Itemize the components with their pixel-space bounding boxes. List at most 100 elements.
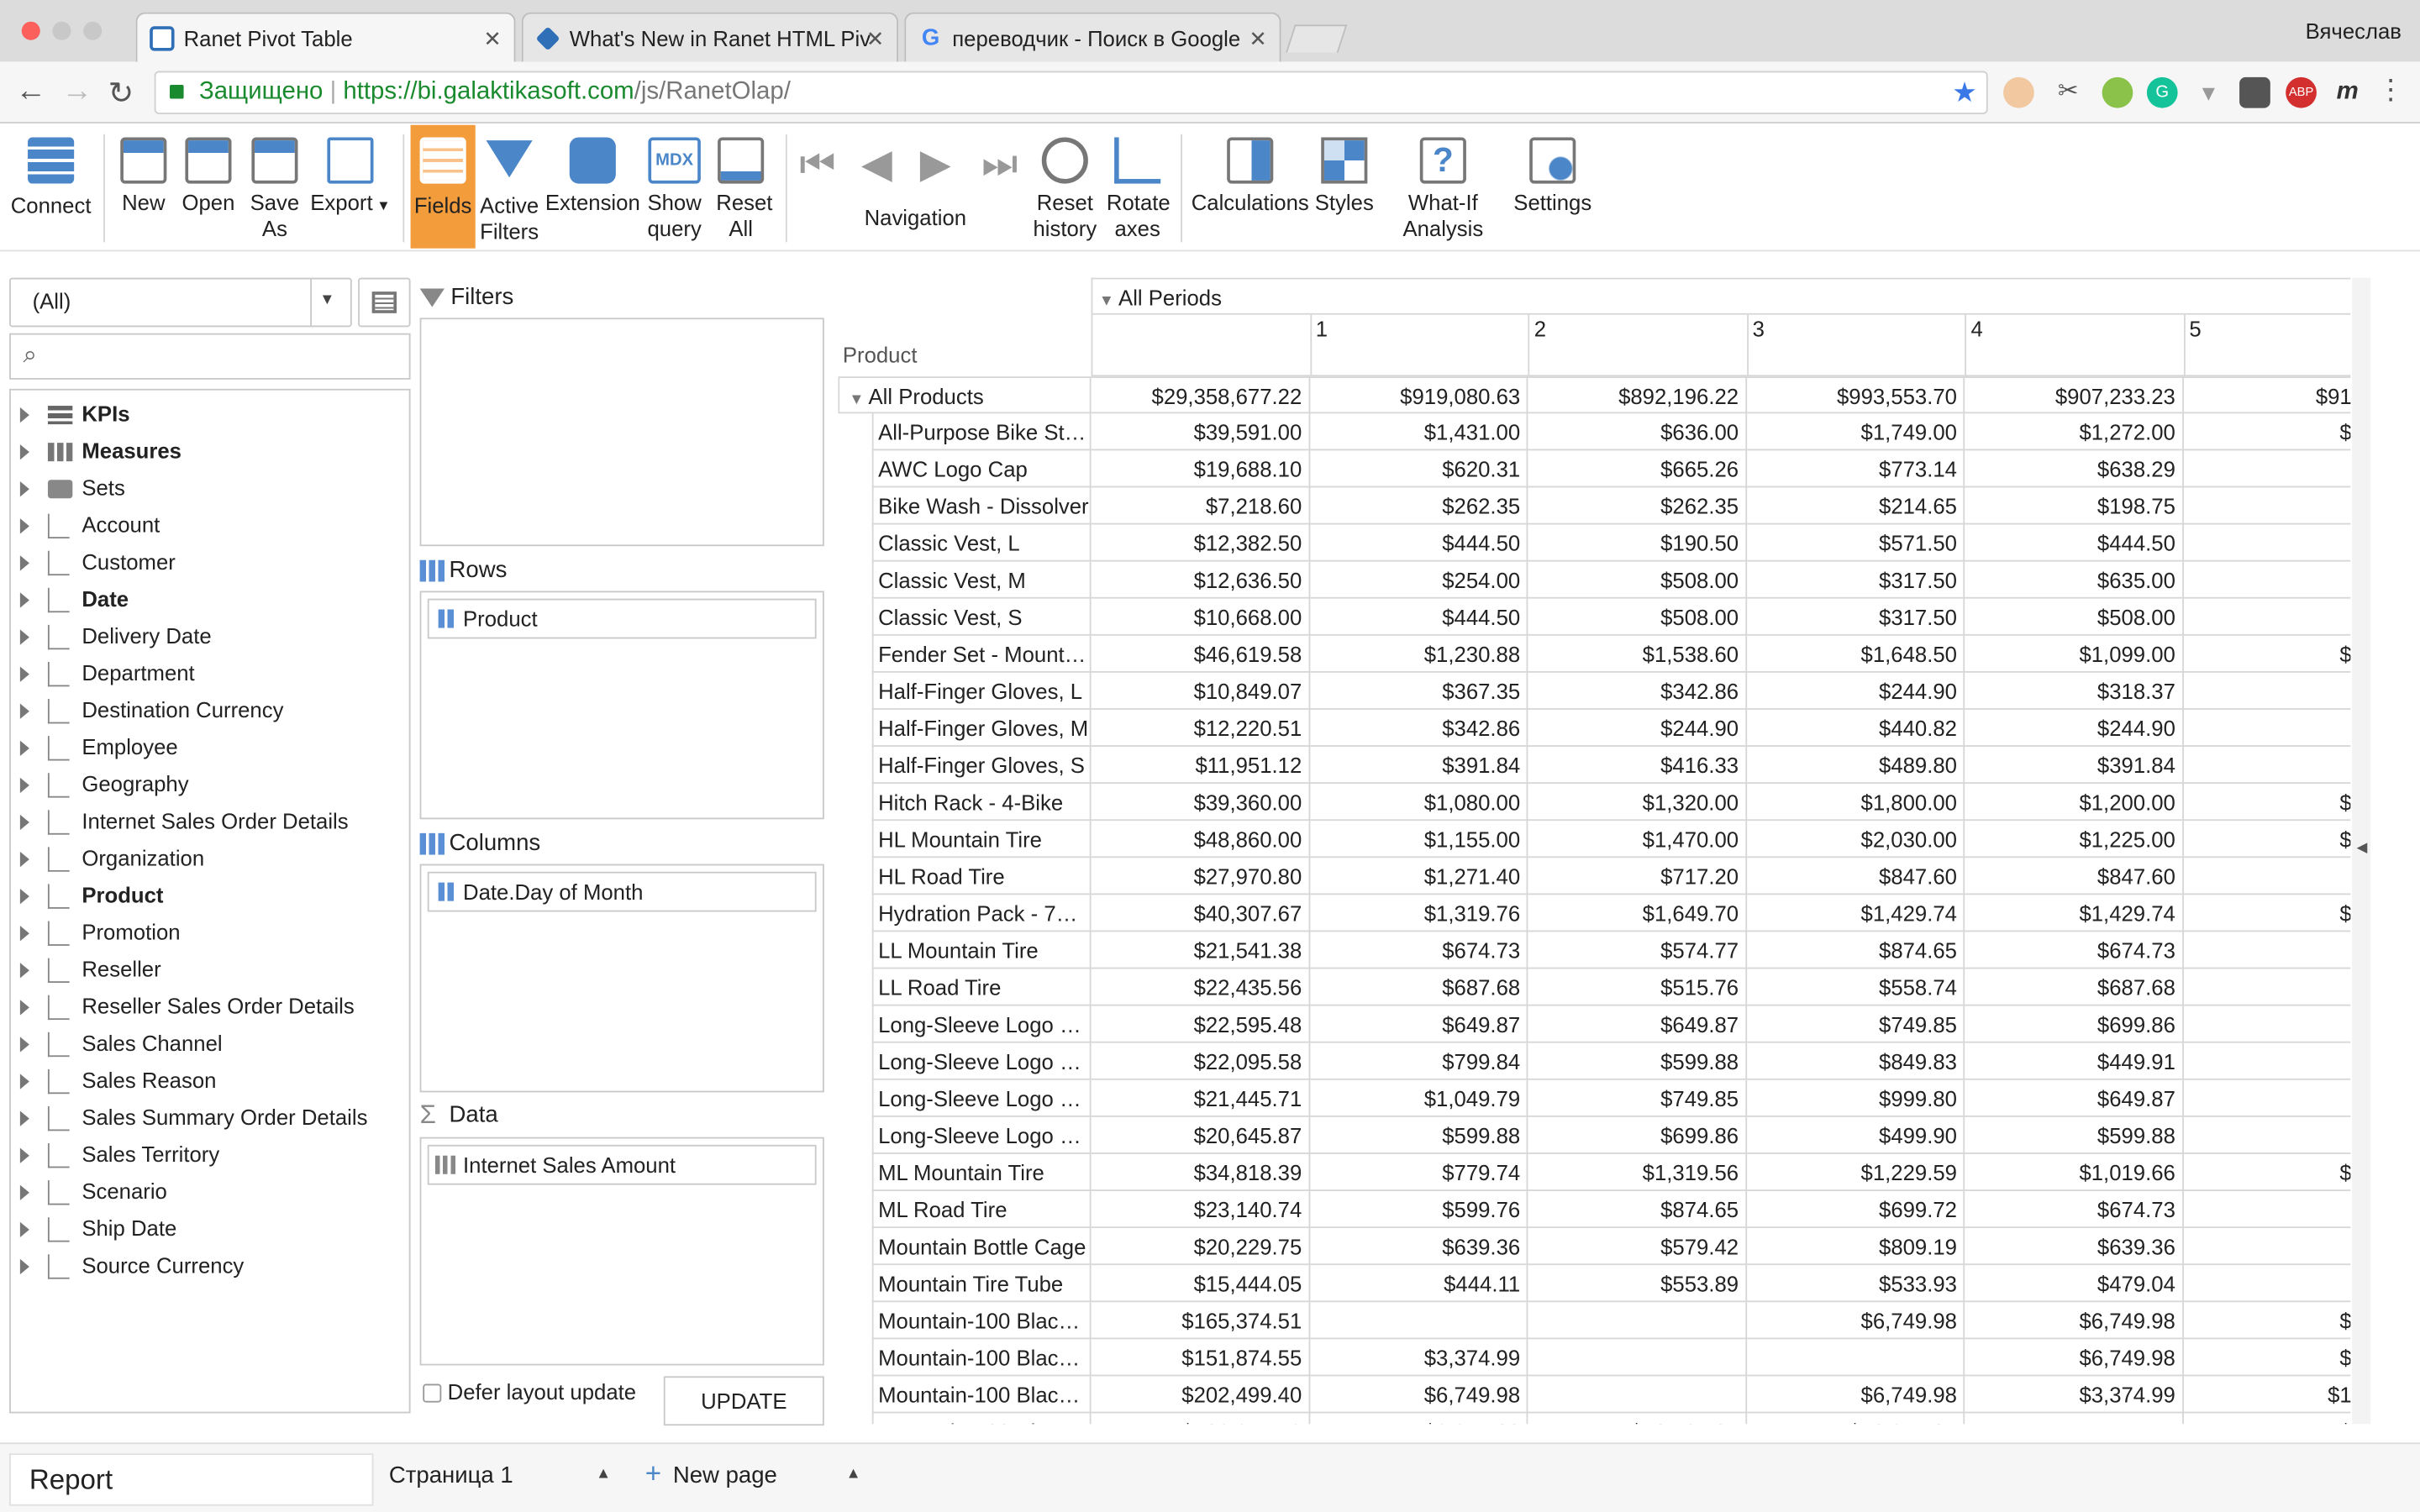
last-page-icon[interactable]: ⏭: [981, 140, 1018, 190]
expand-arrow-icon[interactable]: [19, 1000, 29, 1016]
extension-hand-icon[interactable]: [2003, 76, 2034, 108]
expand-arrow-icon[interactable]: [19, 1185, 29, 1201]
expand-arrow-icon[interactable]: [19, 741, 29, 757]
rotate-axes-button[interactable]: Rotate axes: [1102, 125, 1172, 249]
field-item[interactable]: Organization: [19, 839, 204, 876]
field-item[interactable]: Sets: [19, 469, 125, 506]
column-header[interactable]: 3: [1746, 314, 1965, 377]
page-tab[interactable]: Страница 1: [389, 1462, 513, 1488]
expand-arrow-icon[interactable]: [19, 667, 29, 683]
field-item[interactable]: Scenario: [19, 1173, 167, 1210]
browser-tab-whats-new[interactable]: What's New in Ranet HTML Piv ✕: [521, 12, 898, 62]
url-field[interactable]: Защищено | https://bi.galaktikasoft.com/…: [154, 71, 1988, 114]
rows-field-chip[interactable]: Product: [427, 598, 817, 639]
row-header[interactable]: Fender Set - Mount…: [871, 635, 1092, 673]
row-header[interactable]: Half-Finger Gloves, M: [871, 709, 1092, 747]
field-item[interactable]: Account: [19, 506, 160, 543]
field-item[interactable]: Reseller Sales Order Details: [19, 988, 355, 1025]
rows-drop-zone[interactable]: Product: [419, 591, 824, 820]
cube-select[interactable]: (All) ▼: [9, 277, 352, 328]
grid-scrollbar[interactable]: ◀: [2352, 277, 2371, 1425]
browser-tab-ranet-pivot[interactable]: Ranet Pivot Table ✕: [135, 12, 516, 62]
reset-history-button[interactable]: Reset history: [1031, 125, 1099, 249]
expand-arrow-icon[interactable]: [19, 1148, 29, 1164]
styles-button[interactable]: Styles: [1312, 125, 1376, 249]
grammarly-icon[interactable]: G: [2146, 76, 2178, 108]
filters-drop-zone[interactable]: [419, 318, 824, 547]
column-header[interactable]: 2: [1528, 314, 1747, 377]
field-item[interactable]: Reseller: [19, 950, 161, 987]
column-header[interactable]: [1091, 314, 1310, 377]
defer-layout-checkbox[interactable]: [423, 1383, 442, 1403]
expand-arrow-icon[interactable]: [19, 1259, 29, 1275]
collapse-arrow-icon[interactable]: ▼: [1099, 293, 1118, 310]
active-filters-button[interactable]: Active Filters: [478, 125, 539, 249]
collapse-arrow-icon[interactable]: ▼: [849, 392, 868, 409]
field-item[interactable]: Date: [19, 580, 129, 617]
column-header[interactable]: 5: [2183, 314, 2351, 377]
row-header[interactable]: Long-Sleeve Logo …: [871, 1005, 1092, 1043]
row-header[interactable]: Bike Wash - Dissolver: [871, 487, 1092, 525]
expand-arrow-icon[interactable]: [19, 1222, 29, 1238]
expand-arrow-icon[interactable]: [19, 407, 29, 423]
expand-arrow-icon[interactable]: [19, 481, 29, 497]
expand-arrow-icon[interactable]: [19, 815, 29, 831]
scissors-icon[interactable]: ✂: [2053, 77, 2084, 108]
row-header[interactable]: AWC Logo Cap: [871, 450, 1092, 488]
row-header[interactable]: ML Mountain Tire: [871, 1153, 1092, 1191]
calculations-button[interactable]: Calculations: [1188, 125, 1312, 249]
bookmark-star-icon[interactable]: ★: [1952, 72, 1977, 113]
report-name-field[interactable]: Report: [9, 1453, 374, 1506]
field-list-options-button[interactable]: [358, 277, 411, 328]
field-item[interactable]: Product: [19, 876, 164, 913]
row-header[interactable]: Classic Vest, L: [871, 524, 1092, 562]
connect-button[interactable]: Connect: [6, 125, 96, 249]
column-header[interactable]: 4: [1965, 314, 2184, 377]
columns-field-chip[interactable]: Date.Day of Month: [427, 871, 817, 912]
expand-arrow-icon[interactable]: [19, 444, 29, 460]
data-field-chip[interactable]: Internet Sales Amount: [427, 1144, 817, 1185]
row-header[interactable]: Half-Finger Gloves, S: [871, 746, 1092, 785]
field-item[interactable]: Department: [19, 654, 195, 691]
reload-icon[interactable]: ↻: [108, 74, 134, 113]
data-drop-zone[interactable]: Internet Sales Amount: [419, 1137, 824, 1366]
browser-tab-google[interactable]: G переводчик - Поиск в Google ✕: [904, 12, 1281, 62]
row-header[interactable]: Mountain-100 Blac…: [871, 1302, 1092, 1340]
fields-button[interactable]: Fields: [410, 124, 476, 249]
field-item[interactable]: Sales Territory: [19, 1136, 219, 1173]
field-item[interactable]: Employee: [19, 728, 178, 765]
new-page-button[interactable]: New page: [673, 1462, 777, 1488]
field-item[interactable]: Source Currency: [19, 1247, 244, 1284]
expand-arrow-icon[interactable]: [19, 629, 29, 646]
column-root-header[interactable]: ▼ All Periods: [1091, 277, 2351, 315]
row-header[interactable]: Mountain-100 Blac…: [871, 1413, 1092, 1425]
expand-arrow-icon[interactable]: [19, 889, 29, 905]
close-tab-icon[interactable]: ✕: [1249, 14, 1267, 62]
field-item[interactable]: Sales Reason: [19, 1062, 216, 1099]
row-header[interactable]: Mountain-100 Blac…: [871, 1339, 1092, 1377]
field-item[interactable]: Promotion: [19, 913, 181, 950]
expand-arrow-icon[interactable]: [19, 1110, 29, 1127]
row-header[interactable]: Hydration Pack - 7…: [871, 895, 1092, 932]
collapse-arrow-icon[interactable]: ◀: [2357, 839, 2368, 856]
row-header[interactable]: Mountain Tire Tube: [871, 1265, 1092, 1303]
row-header[interactable]: Half-Finger Gloves, L: [871, 672, 1092, 710]
field-item[interactable]: Measures: [19, 432, 182, 469]
column-header[interactable]: 1: [1309, 314, 1528, 377]
field-item[interactable]: Customer: [19, 543, 176, 580]
row-header[interactable]: HL Road Tire: [871, 858, 1092, 895]
field-item[interactable]: KPIs: [19, 395, 130, 432]
new-tab-button[interactable]: [1286, 24, 1348, 53]
minimize-window-icon[interactable]: [52, 21, 71, 40]
pocket-icon[interactable]: [2239, 76, 2270, 108]
row-header[interactable]: Long-Sleeve Logo …: [871, 1079, 1092, 1117]
expand-arrow-icon[interactable]: [19, 963, 29, 979]
pages-menu-icon[interactable]: ▲: [846, 1466, 861, 1483]
field-item[interactable]: Destination Currency: [19, 691, 283, 728]
extension-m-icon[interactable]: m: [2332, 77, 2363, 108]
expand-arrow-icon[interactable]: [19, 1037, 29, 1053]
field-search-input[interactable]: ⌕: [9, 333, 411, 380]
row-header[interactable]: Classic Vest, S: [871, 598, 1092, 636]
field-item[interactable]: Sales Summary Order Details: [19, 1099, 367, 1136]
plus-icon[interactable]: +: [645, 1458, 661, 1491]
